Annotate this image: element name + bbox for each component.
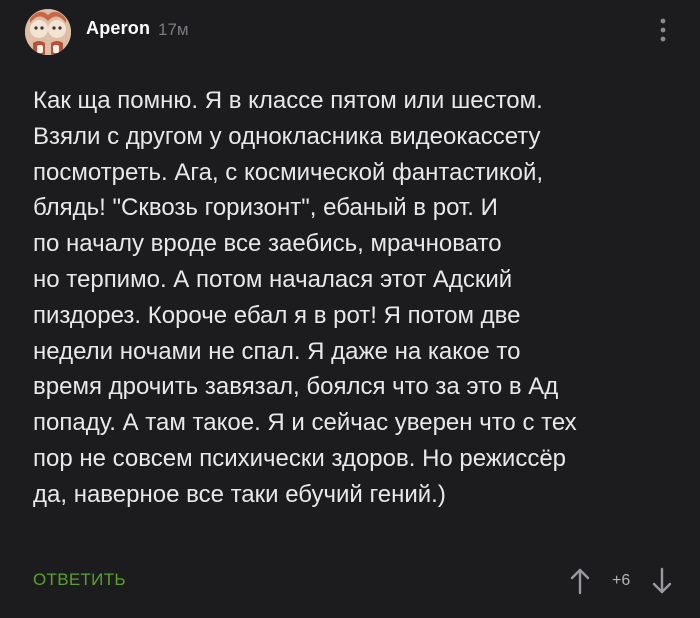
arrow-down-icon[interactable] [650, 566, 674, 596]
arrow-up-icon[interactable] [568, 566, 592, 596]
comment-time: 17м [158, 20, 189, 39]
author-name[interactable]: Aperon [86, 18, 150, 39]
comment-text-line: время дрочить завязал, боялся что за это… [33, 373, 559, 401]
comment-text-line: пор не совсем психически здоров. Но режи… [33, 444, 567, 472]
avatar[interactable] [25, 9, 71, 55]
comment-text-line: да, наверное все таки ебучий гений.) [33, 480, 446, 508]
comment-text-line: пиздорез. Короче ебал я в рот! Я потом д… [33, 301, 521, 329]
comment-text-line: блядь! "Сквозь горизонт", ебаный в рот. … [33, 194, 498, 222]
comment-text-line: недели ночами не спал. Я даже на какое т… [33, 337, 521, 365]
comment-text-line: посмотреть. Ага, с космической фантастик… [33, 158, 544, 186]
comment-text-line: Взяли с другом у однокласника видеокассе… [33, 122, 541, 150]
comment-text: Как ща помню. Я в классе пятом или шесто… [33, 83, 673, 513]
reply-button[interactable]: ОТВЕТИТЬ [33, 570, 126, 590]
comment: Aperon 17м Как ща помню. Я в классе пято… [0, 0, 700, 618]
comment-text-line: но терпимо. А потом началася этот Адский [33, 265, 513, 293]
comment-text-line: по началу вроде все заебись, мрачновато [33, 230, 502, 258]
rating-value: +6 [612, 572, 631, 589]
comment-text-line: Как ща помню. Я в классе пятом или шесто… [33, 87, 543, 114]
comment-text-line: попаду. А там такое. Я и сейчас уверен ч… [33, 409, 577, 437]
more-vertical-icon[interactable] [653, 14, 673, 46]
avatar-illustration [25, 9, 71, 55]
